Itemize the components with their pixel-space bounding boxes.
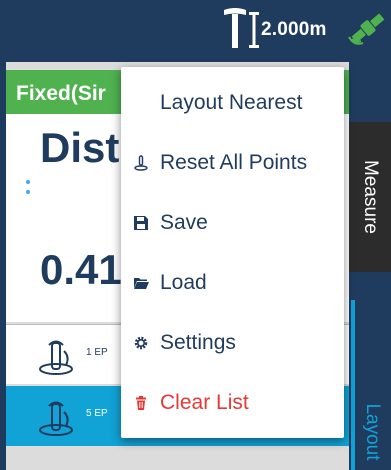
tab-measure[interactable]: Measure (349, 122, 391, 272)
satellite-icon[interactable] (348, 11, 388, 45)
save-icon (134, 216, 148, 230)
options-menu: Layout Nearest Reset All Points Save Loa… (121, 67, 344, 438)
side-tab-bar: Measure Layout (349, 62, 391, 470)
menu-item-label: Load (160, 271, 207, 294)
tab-measure-label: Measure (360, 160, 381, 234)
page-indicator (26, 180, 32, 196)
point-label: 5 EP (86, 408, 108, 419)
gear-icon (134, 336, 148, 350)
survey-pole-icon[interactable] (222, 6, 248, 48)
menu-item-label: Settings (160, 331, 236, 354)
trash-icon (136, 396, 146, 410)
fix-status-text: Fixed(Sir (16, 82, 106, 105)
active-tab-indicator (351, 300, 355, 470)
menu-item-label: Reset All Points (160, 151, 308, 174)
menu-item-clear-list[interactable]: Clear List (121, 373, 344, 433)
tab-layout-label: Layout (362, 403, 383, 461)
menu-item-settings[interactable]: Settings (121, 313, 344, 373)
menu-item-label: Clear List (160, 391, 249, 414)
menu-item-label: Layout Nearest (160, 91, 303, 114)
staking-point-icon (39, 401, 73, 436)
menu-item-label: Save (160, 211, 208, 234)
menu-item-save[interactable]: Save (121, 193, 344, 253)
reset-points-icon (134, 155, 148, 171)
top-status-bar: 2.000m (0, 0, 391, 62)
distance-label: Dist (40, 124, 120, 171)
tab-layout[interactable]: Layout (349, 300, 391, 470)
menu-item-layout-nearest[interactable]: Layout Nearest (121, 73, 344, 133)
point-label: 1 EP (86, 347, 108, 358)
menu-item-load[interactable]: Load (121, 253, 344, 313)
distance-value: 0.41 (40, 246, 122, 293)
menu-item-reset-all-points[interactable]: Reset All Points (121, 133, 344, 193)
drag-handle[interactable] (8, 356, 12, 370)
folder-icon (134, 278, 149, 289)
height-bracket-icon (249, 12, 259, 48)
antenna-height-value[interactable]: 2.000m (261, 19, 327, 41)
staking-point-icon (39, 340, 73, 375)
